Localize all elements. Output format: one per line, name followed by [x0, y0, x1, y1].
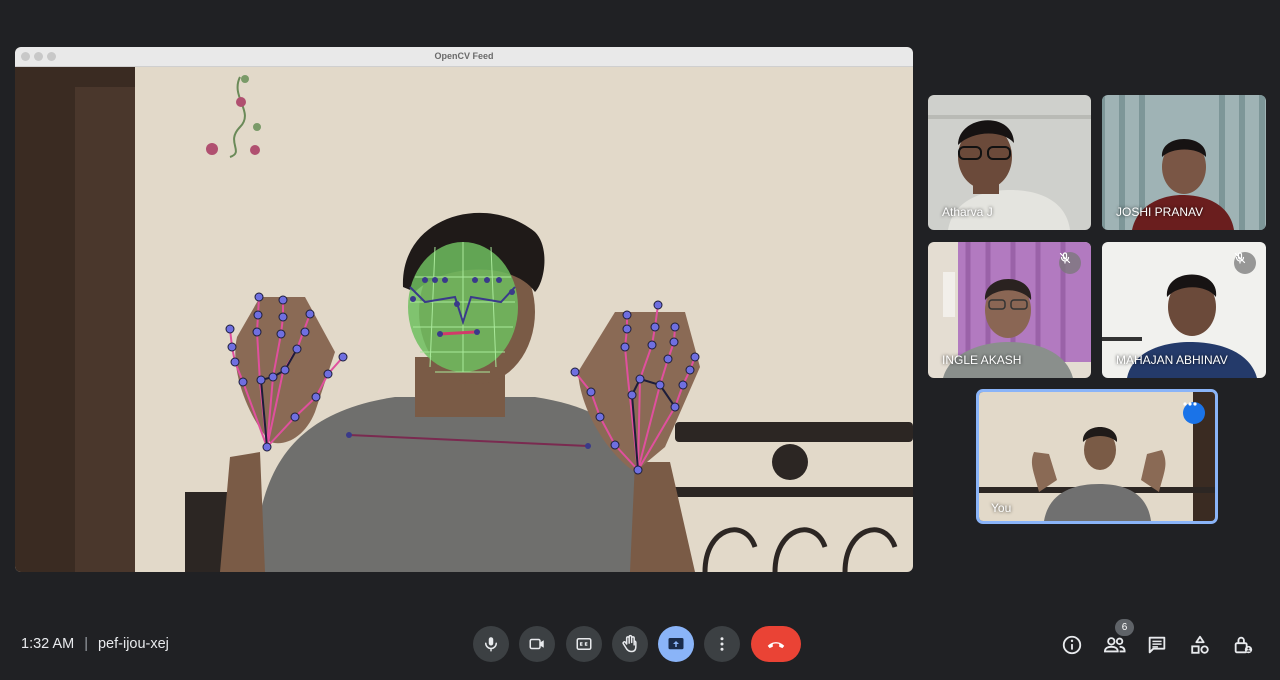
host-controls-button[interactable] — [1231, 633, 1255, 657]
shared-screen-window: OpenCV Feed — [15, 47, 913, 572]
participant-name: INGLE AKASH — [942, 353, 1022, 367]
self-view-tile[interactable]: You — [976, 389, 1218, 524]
host-controls-icon — [1234, 636, 1253, 654]
participant-tile[interactable]: MAHAJAN ABHINAV — [1102, 242, 1266, 378]
activities-button[interactable] — [1188, 633, 1212, 657]
camera-button[interactable] — [519, 626, 555, 662]
end-call-icon — [767, 642, 785, 649]
meeting-info-separator: | — [84, 636, 88, 652]
window-titlebar: OpenCV Feed — [15, 47, 913, 67]
activities-icon — [1191, 635, 1209, 654]
chat-icon — [1148, 636, 1166, 654]
captions-button[interactable] — [566, 626, 602, 662]
people-button[interactable] — [1103, 633, 1127, 657]
people-icon — [1103, 637, 1126, 653]
more-options-icon — [720, 637, 724, 651]
opencv-feed-video — [15, 67, 913, 572]
raise-hand-button[interactable] — [612, 626, 648, 662]
self-video — [979, 392, 1215, 521]
window-title: OpenCV Feed — [434, 51, 494, 61]
microphone-icon — [485, 637, 497, 652]
meeting-code: pef-ijou-xej — [97, 636, 169, 652]
face-mesh-overlay — [408, 242, 518, 373]
raise-hand-icon — [622, 634, 637, 653]
more-options-button[interactable] — [704, 626, 740, 662]
participant-tile[interactable]: JOSHI PRANAV — [1102, 95, 1266, 230]
end-call-button[interactable] — [751, 626, 801, 662]
participant-tile[interactable]: Atharva J — [928, 95, 1091, 230]
meeting-details: 1:32 AM | pef-ijou-xej — [21, 636, 169, 652]
more-options-icon[interactable] — [1183, 402, 1205, 424]
mic-off-icon — [1234, 252, 1256, 274]
meeting-details-button[interactable] — [1060, 633, 1084, 657]
info-icon — [1062, 635, 1082, 655]
participant-name: Atharva J — [942, 205, 993, 219]
microphone-button[interactable] — [473, 626, 509, 662]
present-screen-icon — [668, 638, 684, 650]
participant-name: MAHAJAN ABHINAV — [1116, 353, 1228, 367]
captions-icon — [576, 638, 592, 650]
chat-button[interactable] — [1145, 633, 1169, 657]
meeting-time: 1:32 AM — [21, 636, 75, 652]
camera-icon — [529, 638, 544, 650]
self-name: You — [991, 501, 1012, 515]
participant-tile[interactable]: INGLE AKASH — [928, 242, 1091, 378]
participant-count-badge: 6 — [1115, 619, 1134, 636]
present-screen-button[interactable] — [658, 626, 694, 662]
participant-name: JOSHI PRANAV — [1116, 205, 1204, 219]
mic-off-icon — [1059, 252, 1081, 274]
